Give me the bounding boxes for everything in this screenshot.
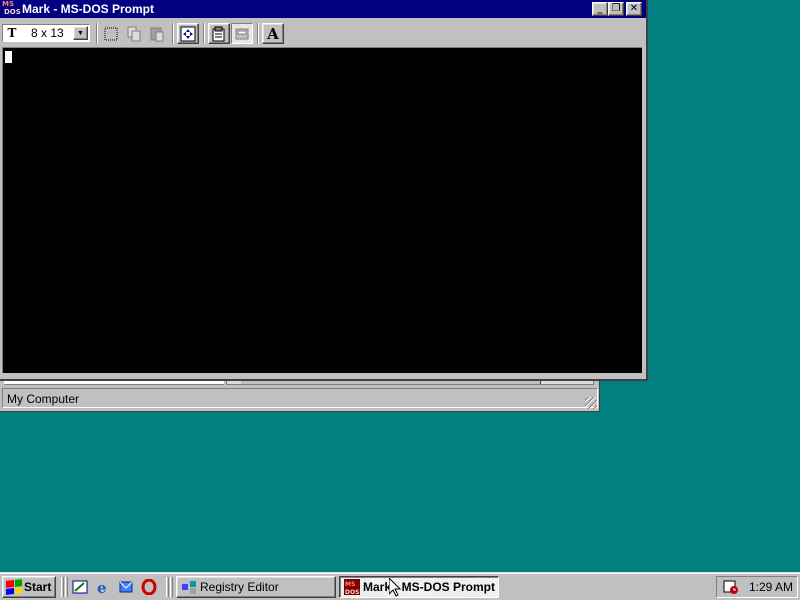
msdos-icon: MS DOS	[344, 579, 360, 595]
status-bar: My Computer	[2, 388, 598, 408]
copy-button[interactable]	[123, 23, 145, 44]
fullscreen-button[interactable]	[177, 23, 199, 44]
font-icon: A	[267, 24, 279, 43]
outlook-icon[interactable]	[118, 579, 134, 595]
mark-button[interactable]	[100, 23, 122, 44]
svg-text:MS: MS	[345, 581, 355, 588]
registry-icon	[181, 579, 197, 595]
toolbar: T 8 x 13 ▼ A	[0, 19, 646, 47]
text-cursor	[5, 51, 12, 63]
scheduler-icon[interactable]	[723, 579, 739, 595]
minimize-button[interactable]: _	[592, 2, 608, 16]
toolbar-separator	[172, 23, 174, 44]
font-button[interactable]: A	[262, 23, 284, 44]
opera-icon[interactable]	[141, 579, 157, 595]
chevron-down-icon[interactable]: ▼	[73, 26, 88, 40]
toolbar-separator	[257, 23, 259, 44]
task-button-msdos-prompt[interactable]: MS DOS Mark - MS-DOS Prompt	[339, 576, 499, 598]
paste-button[interactable]	[146, 23, 168, 44]
restore-button[interactable]: ❐	[608, 2, 624, 16]
msdos-prompt-window[interactable]: MS DOS Mark - MS-DOS Prompt _ ❐ ✕ T 8 x …	[0, 0, 648, 381]
toolbar-separator	[203, 23, 205, 44]
show-desktop-icon[interactable]	[72, 579, 88, 595]
close-button[interactable]: ✕	[626, 2, 642, 16]
svg-text:e: e	[97, 579, 107, 595]
paste-icon	[150, 27, 164, 41]
ie-icon[interactable]: e	[95, 579, 111, 595]
toolbar-separator	[96, 23, 98, 44]
font-size-value: 8 x 13	[31, 26, 64, 40]
toolbar-grip	[170, 577, 173, 597]
toolbar-grip[interactable]	[166, 577, 169, 597]
mouse-pointer-icon	[389, 578, 401, 597]
msdos-icon[interactable]: MS DOS	[2, 0, 21, 17]
start-button[interactable]: Start	[2, 576, 56, 598]
console-area[interactable]	[2, 47, 642, 373]
clock[interactable]: 1:29 AM	[749, 580, 793, 594]
msdos-icon-text-bottom: DOS	[4, 8, 21, 16]
font-size-select[interactable]: T 8 x 13 ▼	[2, 24, 90, 42]
background-icon	[235, 28, 249, 39]
window-title: Mark - MS-DOS Prompt	[22, 2, 155, 16]
properties-button[interactable]	[208, 23, 230, 44]
close-icon: ✕	[629, 3, 639, 14]
copy-icon	[127, 26, 141, 41]
resize-grip-icon[interactable]	[585, 397, 597, 409]
fullscreen-icon	[180, 26, 196, 41]
windows-logo-icon	[6, 579, 22, 595]
properties-icon	[212, 26, 225, 41]
msdos-icon-text-top: MS	[2, 0, 15, 8]
toolbar-grip[interactable]	[61, 577, 64, 597]
task-label: Registry Editor	[200, 580, 279, 594]
minimize-icon: _	[597, 3, 603, 14]
svg-text:DOS: DOS	[345, 589, 359, 595]
start-label: Start	[24, 580, 52, 594]
background-button[interactable]	[231, 23, 253, 44]
restore-icon: ❐	[611, 3, 621, 14]
system-tray: 1:29 AM	[716, 576, 798, 598]
toolbar-grip	[65, 577, 68, 597]
task-label: Mark - MS-DOS Prompt	[363, 580, 496, 594]
task-button-registry-editor[interactable]: Registry Editor	[176, 576, 336, 598]
truetype-icon: T	[7, 26, 17, 40]
title-bar[interactable]: MS DOS Mark - MS-DOS Prompt _ ❐ ✕	[0, 0, 646, 18]
mark-icon	[104, 27, 118, 40]
status-text: My Computer	[7, 392, 80, 406]
